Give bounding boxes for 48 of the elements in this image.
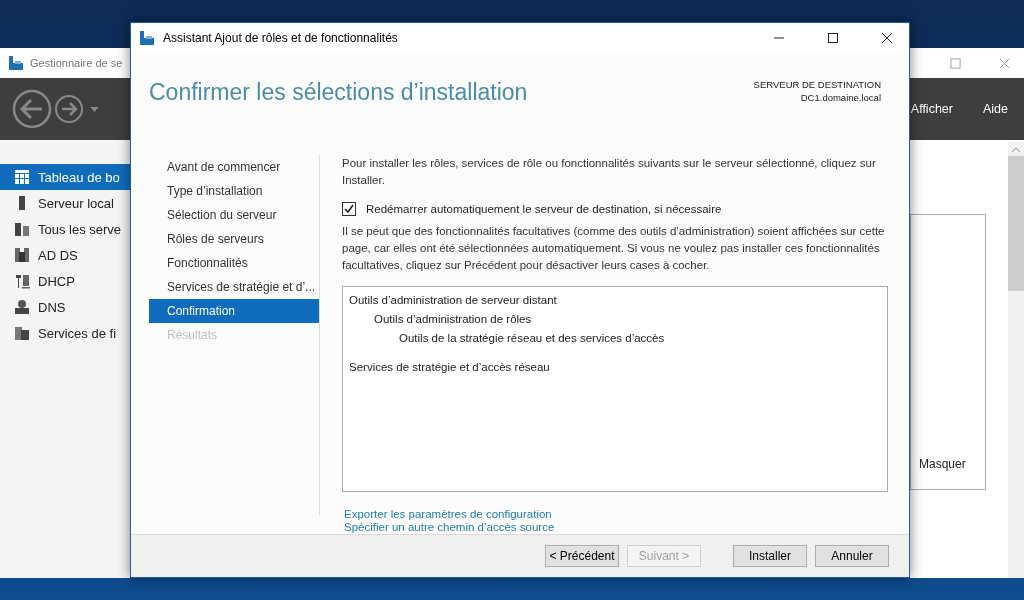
note-text: Il se peut que des fonctionnalités facultatives (comme des outils d’administration) soient affichées sur cette page, car elles ont été sélectionnées automatiquement. Si vous ne voulez pas installer ces fonctionnalités facultatives, cliquez sur Précédent pour désactiver leurs cases à cocher. [342,224,886,273]
checkbox[interactable] [342,202,356,216]
destination-label: SERVEUR DE DESTINATION [753,79,881,90]
server-manager-icon [139,30,155,46]
servers-icon [14,247,30,263]
servers-icon [14,221,30,237]
hide-link[interactable]: Masquer [919,457,966,471]
feature-item: Outils d’administration de serveur distant [349,293,558,308]
sidebar-item[interactable]: AD DS [0,242,130,268]
scroll-up-icon[interactable] [1012,146,1020,152]
sidebar-item[interactable]: Tableau de bo [0,164,130,190]
checkbox-label[interactable]: Redémarrer automatiquement le serveur de destination, si nécessaire [366,203,722,215]
wizard-step[interactable]: Services de stratégie et d’... [149,275,319,299]
wizard-button[interactable]: < Précédent [545,545,619,567]
wizard-step[interactable]: Type d’installation [149,179,319,203]
wizard-step[interactable]: Rôles de serveurs [149,227,319,251]
destination-server: DC1.domaine.local [800,92,881,103]
caret-icon[interactable] [90,106,99,112]
window-title: Gestionnaire de se [30,57,123,69]
link[interactable]: Spécifier un autre chemin d’accès source [344,521,888,533]
wizard-step[interactable]: Avant de commencer [149,155,319,179]
server-manager-icon [8,55,24,71]
feature-item: Outils d’administration de rôles [374,312,533,327]
link[interactable]: Exporter les paramètres de configuration [344,508,888,520]
tool-server-icon [14,273,30,289]
feature-item: Outils de la stratégie réseau et des services d’accès [399,331,666,346]
scroll-bar[interactable] [1008,142,1024,578]
wizard-step[interactable]: Confirmation [149,299,319,323]
feature-item: Services de stratégie et d’accès réseau [349,360,551,375]
window-title: Assistant Ajout de rôles et de fonctionnalités [163,31,398,45]
wizard-button[interactable]: Annuler [815,545,889,567]
wizard-step[interactable]: Sélection du serveur [149,203,319,227]
maximize-icon[interactable] [827,32,839,44]
file-server-icon [14,325,30,341]
page-heading: Confirmer les sélections d’installation [149,79,528,106]
menu-item[interactable]: Aide [982,102,1008,116]
network-server-icon [14,299,30,315]
sidebar-item[interactable]: Services de fi [0,320,130,346]
sidebar-item[interactable]: Tous les serve [0,216,130,242]
close-icon[interactable] [881,32,893,44]
wizard-button[interactable]: Installer [733,545,807,567]
sidebar-item[interactable]: DHCP [0,268,130,294]
sidebar-item[interactable]: DNS [0,294,130,320]
dashboard-icon [14,169,30,185]
menu-item[interactable]: Afficher [910,102,953,116]
sidebar-item[interactable]: Serveur local [0,190,130,216]
wizard-step[interactable]: Fonctionnalités [149,251,319,275]
intro-text: Pour installer les rôles, services de rôle ou fonctionnalités suivants sur le serveur sélectionné, cliquez sur Installer. [342,156,877,188]
